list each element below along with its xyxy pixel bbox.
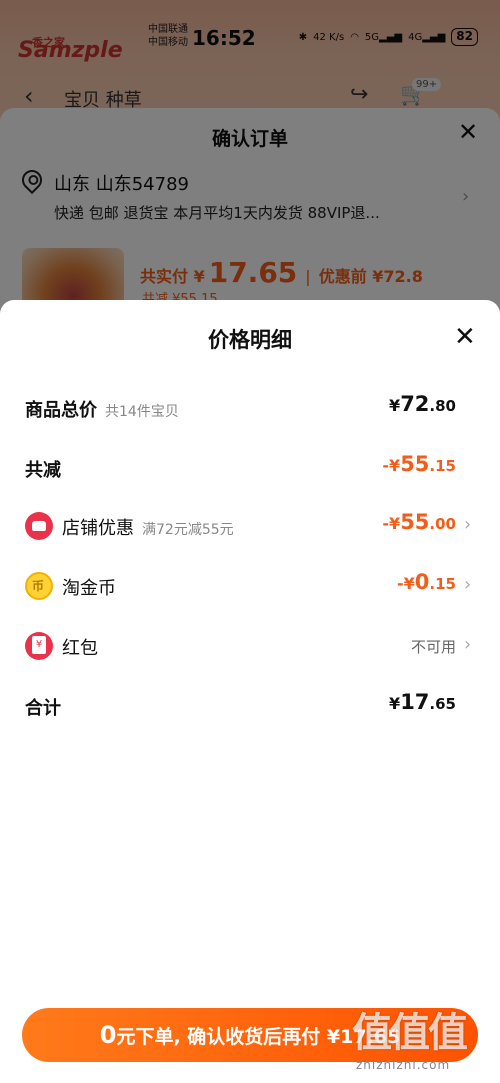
row-red-packet[interactable]: 红包 不可用 › bbox=[0, 626, 500, 666]
close-icon[interactable]: ✕ bbox=[454, 324, 476, 350]
amount-cents: .00 bbox=[429, 515, 456, 533]
chevron-right-icon[interactable]: › bbox=[464, 514, 471, 535]
amount-cents: .15 bbox=[429, 457, 456, 475]
amount-cents: .65 bbox=[429, 695, 456, 713]
red-packet-icon bbox=[25, 632, 53, 660]
store-icon bbox=[25, 512, 53, 540]
row-label: 店铺优惠 满72元减55元 bbox=[62, 514, 234, 540]
chevron-right-icon[interactable]: › bbox=[464, 574, 471, 595]
detail-title: 价格明细 bbox=[208, 328, 292, 352]
row-amount: -¥55.00 bbox=[382, 510, 456, 534]
row-label: 共减 bbox=[25, 460, 61, 481]
row-amount: -¥0.15 bbox=[397, 570, 456, 594]
currency: -¥ bbox=[382, 514, 401, 533]
row-goods-total: 商品总价 共14件宝贝 ¥72.80 bbox=[0, 388, 500, 428]
amount-integer: 72 bbox=[400, 392, 430, 416]
row-amount: ¥72.80 bbox=[389, 392, 456, 416]
amount-integer: 55 bbox=[400, 510, 430, 534]
amount-integer: 17 bbox=[400, 690, 430, 714]
watermark: 值值值 zhizhizhi.com bbox=[352, 1000, 492, 1080]
amount-integer: 0 bbox=[414, 570, 430, 594]
amount-cents: .80 bbox=[429, 397, 456, 415]
row-amount: ¥17.65 bbox=[389, 690, 456, 714]
gold-coin-icon bbox=[25, 572, 53, 600]
watermark-glyphs: 值值值 bbox=[352, 1010, 468, 1056]
row-label: 红包 bbox=[62, 638, 98, 659]
row-grand-total: 合计 ¥17.65 bbox=[0, 686, 500, 726]
row-store-discount[interactable]: 店铺优惠 满72元减55元 -¥55.00 › bbox=[0, 506, 500, 546]
label-text: 店铺优惠 bbox=[62, 518, 134, 539]
amount-cents: .15 bbox=[429, 575, 456, 593]
row-hint: 满72元减55元 bbox=[142, 522, 234, 538]
watermark-url: zhizhizhi.com bbox=[356, 1058, 451, 1072]
price-detail-sheet: 价格明细 ✕ 商品总价 共14件宝贝 ¥72.80 共减 -¥55.15 店铺优惠… bbox=[0, 300, 500, 1083]
currency: -¥ bbox=[397, 574, 415, 593]
row-label: 商品总价 共14件宝贝 bbox=[25, 396, 179, 422]
currency: ¥ bbox=[389, 694, 401, 713]
amount-integer: 55 bbox=[400, 452, 430, 476]
chevron-right-icon[interactable]: › bbox=[464, 634, 471, 655]
row-hint: 共14件宝贝 bbox=[105, 404, 179, 420]
row-label: 合计 bbox=[25, 698, 61, 719]
zero-amount: 0 bbox=[99, 1021, 117, 1049]
currency: -¥ bbox=[382, 456, 401, 475]
row-taojinbi[interactable]: 淘金币 -¥0.15 › bbox=[0, 566, 500, 606]
row-amount: -¥55.15 bbox=[382, 452, 456, 476]
row-label: 淘金币 bbox=[62, 578, 116, 599]
row-total-discount: 共减 -¥55.15 bbox=[0, 448, 500, 488]
currency: ¥ bbox=[389, 396, 401, 415]
label-text: 商品总价 bbox=[25, 400, 97, 421]
unavailable-status: 不可用 bbox=[410, 638, 456, 656]
